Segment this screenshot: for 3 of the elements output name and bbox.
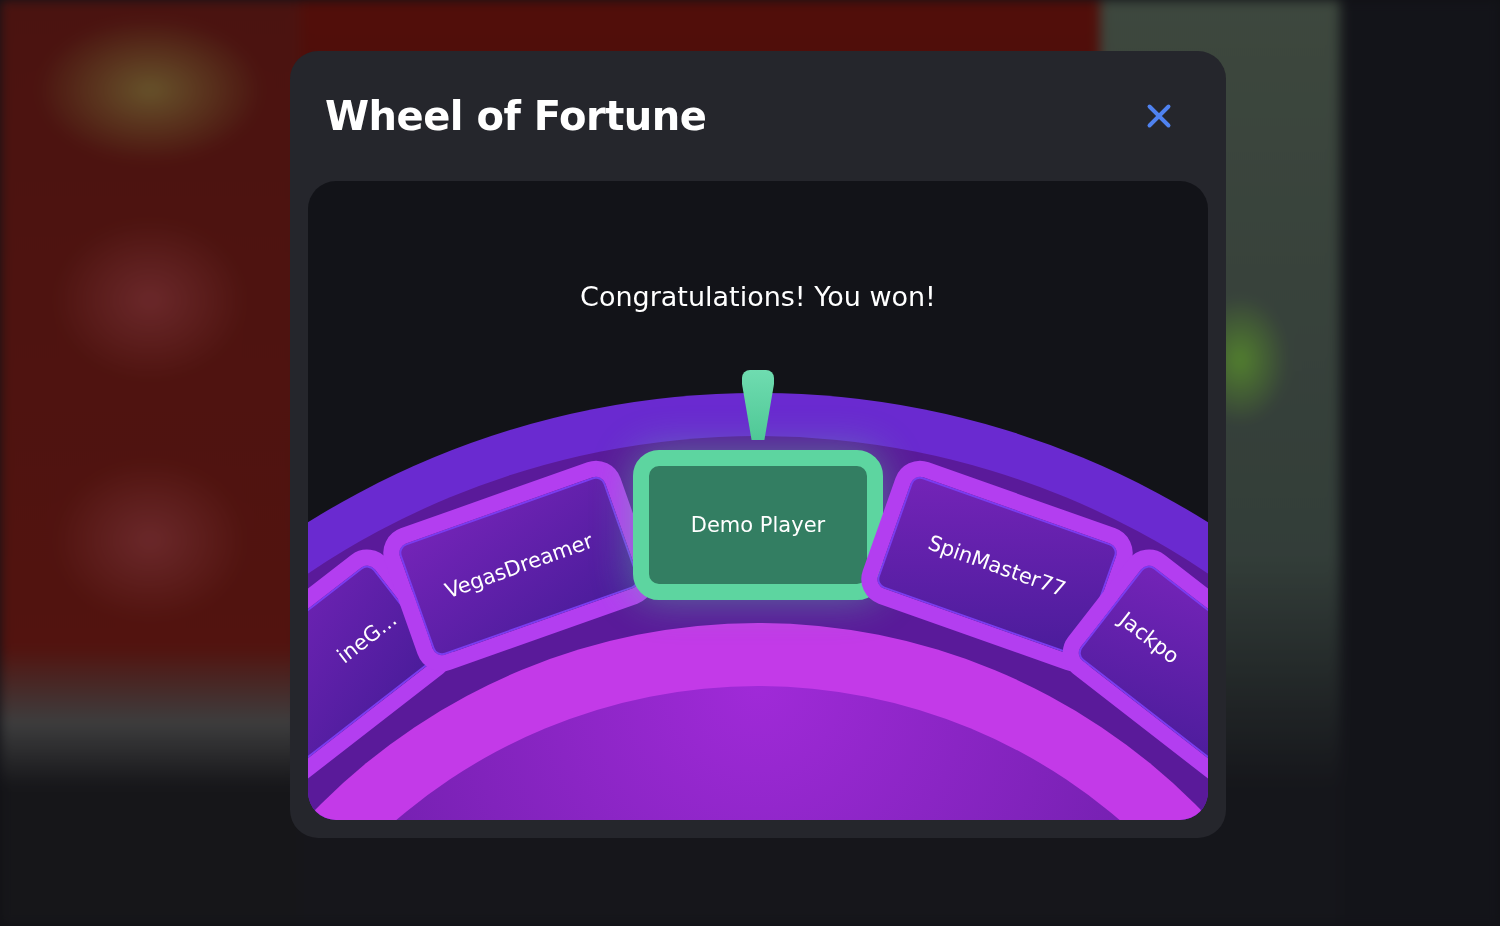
dialog-title: Wheel of Fortune <box>325 93 707 139</box>
win-message: Congratulations! You won! <box>580 281 936 312</box>
wheel-segment: Demo Player <box>633 450 883 600</box>
